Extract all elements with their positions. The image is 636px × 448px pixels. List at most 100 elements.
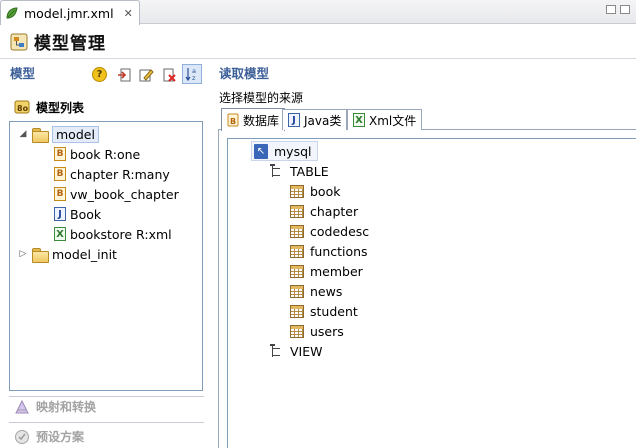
left-panel-title: 模型 <box>10 66 36 81</box>
table-icon <box>290 284 304 298</box>
java-icon: J <box>288 113 300 127</box>
bean-icon: B <box>54 187 66 201</box>
tree-item-mysql[interactable]: ↖ mysql <box>251 141 318 161</box>
mapping-section[interactable]: 映射和转换 <box>14 398 96 415</box>
collapsed-icon[interactable]: ▷ <box>18 249 28 259</box>
header-divider <box>0 58 636 59</box>
tab-java[interactable]: J Java类 <box>282 109 348 130</box>
tree-item-label: model <box>52 125 99 143</box>
tab-label: 数据库 <box>243 113 280 128</box>
hierarchy-icon <box>270 344 284 358</box>
xml-icon: X <box>54 227 66 241</box>
table-icon <box>290 224 304 238</box>
section-divider <box>9 422 204 423</box>
mapping-icon <box>15 399 29 413</box>
preset-label: 预设方案 <box>36 430 85 444</box>
edit-button[interactable] <box>137 66 154 83</box>
folder-icon <box>32 247 49 263</box>
expanded-icon[interactable]: ◢ <box>18 129 28 139</box>
tree-item-label: functions <box>310 243 368 259</box>
table-icon <box>290 244 304 258</box>
table-icon <box>290 304 304 318</box>
close-icon[interactable]: ✕ <box>124 7 133 20</box>
maximize-icon[interactable] <box>620 5 630 14</box>
connection-icon: ↖ <box>254 143 268 159</box>
tab-body: ↖ mysql TABLE book chapter codedesc func… <box>218 130 636 448</box>
table-icon <box>290 264 304 278</box>
model-list-section[interactable]: 8o 模型列表 <box>10 96 205 118</box>
tree-item-book[interactable]: B book R:one <box>54 144 140 164</box>
tab-xml[interactable]: X Xml文件 <box>347 109 423 130</box>
editor-tab[interactable]: model.jmr.xml ✕ <box>0 0 140 25</box>
table-item-student[interactable]: student <box>290 301 358 321</box>
tree-item-label: chapter <box>310 203 359 219</box>
mapping-label: 映射和转换 <box>36 400 97 414</box>
table-item-functions[interactable]: functions <box>290 241 368 261</box>
tree-item-label: book R:one <box>70 146 141 162</box>
table-item-users[interactable]: users <box>290 321 344 341</box>
folder-open-icon <box>32 127 49 143</box>
import-icon <box>117 68 130 81</box>
import-button[interactable] <box>115 66 132 83</box>
sort-az-icon: a z <box>185 67 196 82</box>
tree-item-label: bookstore R:xml <box>70 226 172 242</box>
tree-item-label: book <box>310 183 341 199</box>
delete-icon <box>163 68 176 82</box>
xml-icon: X <box>353 113 365 127</box>
table-item-chapter[interactable]: chapter <box>290 201 358 221</box>
bean-icon: B <box>54 167 66 181</box>
svg-text:8o: 8o <box>17 104 29 113</box>
editor-tab-title: model.jmr.xml <box>24 5 114 21</box>
right-panel-title: 读取模型 <box>219 66 270 81</box>
section-divider <box>9 396 204 397</box>
table-item-codedesc[interactable]: codedesc <box>290 221 369 241</box>
edit-icon <box>139 68 154 81</box>
tree-item-model-init[interactable]: ▷ model_init <box>18 244 117 264</box>
source-tabs: B 数据库 J Java类 X Xml文件 ↖ mysql TABLE book… <box>218 108 636 448</box>
table-item-book[interactable]: book <box>290 181 340 201</box>
tree-item-vw-book-chapter[interactable]: B vw_book_chapter <box>54 184 179 204</box>
tree-item-label: chapter R:many <box>70 166 170 182</box>
help-button[interactable]: ? <box>91 66 108 83</box>
delete-button[interactable] <box>160 66 177 83</box>
tree-group-view[interactable]: VIEW <box>270 341 323 361</box>
table-icon <box>290 184 304 198</box>
tree-item-label: TABLE <box>290 163 329 179</box>
tree-item-label: Book <box>70 206 102 222</box>
table-icon <box>290 204 304 218</box>
tree-item-label: VIEW <box>290 343 323 359</box>
sort-button[interactable]: a z <box>182 64 202 84</box>
tree-item-label: codedesc <box>310 223 370 239</box>
preset-icon <box>15 429 29 444</box>
model-tree[interactable]: ◢ model B book R:one B chapter R:many B … <box>9 121 203 391</box>
model-manager-icon <box>10 33 28 50</box>
tree-group-table[interactable]: TABLE <box>270 161 329 181</box>
tab-label: Xml文件 <box>369 113 417 128</box>
tree-item-label: member <box>310 263 363 279</box>
model-list-icon: 8o <box>14 100 30 114</box>
model-list-label: 模型列表 <box>36 100 85 115</box>
svg-text:B: B <box>230 117 236 126</box>
table-item-member[interactable]: member <box>290 261 363 281</box>
tree-item-label: model_init <box>52 246 117 262</box>
tree-item-label: student <box>310 303 358 319</box>
database-tree[interactable]: ↖ mysql TABLE book chapter codedesc func… <box>227 138 636 448</box>
svg-text:z: z <box>192 74 196 82</box>
tree-item-chapter[interactable]: B chapter R:many <box>54 164 170 184</box>
bean-icon: B <box>54 147 66 161</box>
tree-item-label: news <box>310 283 343 299</box>
page-header: 模型管理 <box>0 25 636 58</box>
minimize-icon[interactable] <box>606 5 616 14</box>
database-icon: B <box>227 113 239 127</box>
preset-section[interactable]: 预设方案 <box>14 428 84 445</box>
table-item-news[interactable]: news <box>290 281 342 301</box>
page-title: 模型管理 <box>34 34 106 54</box>
model-file-icon <box>6 7 18 19</box>
tree-item-book-java[interactable]: J Book <box>54 204 101 224</box>
tab-database[interactable]: B 数据库 <box>221 108 286 131</box>
tree-item-label: mysql <box>274 143 312 159</box>
tab-label: Java类 <box>304 113 342 128</box>
tree-item-model[interactable]: ◢ model <box>18 124 99 144</box>
tree-item-bookstore[interactable]: X bookstore R:xml <box>54 224 172 244</box>
hierarchy-icon <box>270 164 284 178</box>
